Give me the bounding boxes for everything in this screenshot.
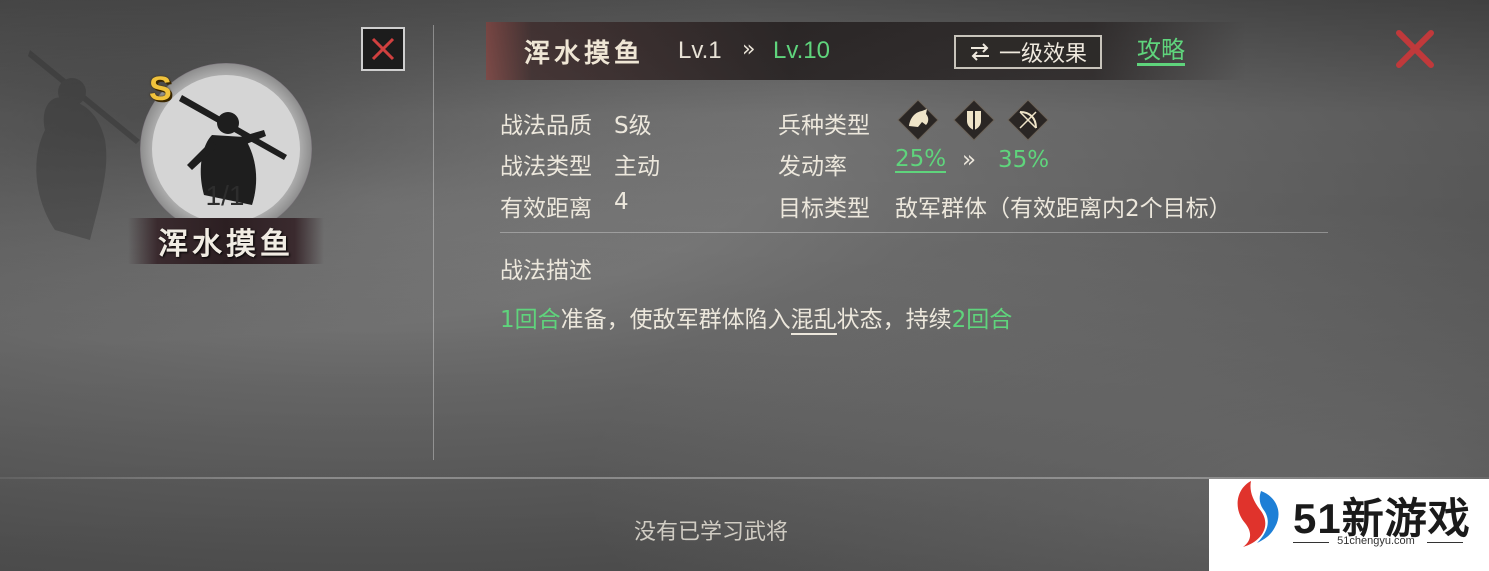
description-duration: 2回合 [951,307,1013,333]
trigger-rate-to: 35% [998,147,1050,173]
watermark-url: 51chengyu.com [1337,535,1415,547]
range-value: 4 [614,189,629,215]
skill-count: 1/1 [205,180,245,211]
brand-logo-icon [1237,481,1279,547]
skill-name-plate: 浑水摸鱼 [128,218,324,264]
quality-value: S级 [614,113,652,139]
level-effect-label: 一级效果 [998,42,1087,67]
window-close-button[interactable] [1392,26,1438,72]
description-text: 1回合准备，使敌军群体陷入混乱状态，持续2回合 [500,300,1013,335]
cavalry-icon[interactable] [896,98,940,142]
vertical-divider [433,25,434,460]
empty-general-text: 没有已学习武将 [634,520,789,545]
skill-unequip-button[interactable] [361,27,405,71]
close-icon [371,37,395,61]
type-label: 战法类型 [500,154,592,180]
level-from: Lv.1 [678,37,722,64]
guide-link[interactable]: 攻略 [1137,37,1185,66]
skill-title: 浑水摸鱼 [524,39,645,69]
watermark-rule [1427,542,1463,543]
close-icon [1396,30,1434,68]
target-type-value: 敌军群体（有效距离内2个目标） [895,196,1232,222]
trigger-rate-arrow-icon: » [962,147,977,173]
description-segment: 状态，持续 [836,307,952,333]
section-divider [500,232,1328,233]
level-effect-button[interactable]: 一级效果 [954,35,1102,69]
shield-icon[interactable] [952,98,996,142]
skill-card-name: 浑水摸鱼 [158,227,294,262]
description-title: 战法描述 [500,258,592,284]
description-status-keyword[interactable]: 混乱 [790,307,837,335]
range-label: 有效距离 [500,196,592,222]
bow-icon[interactable] [1006,98,1050,142]
description-segment: 准备，使敌军群体陷入 [560,307,791,333]
grade-badge: S [149,70,172,108]
quality-label: 战法品质 [500,113,592,139]
type-value: 主动 [614,154,660,180]
trigger-rate-from[interactable]: 25% [895,147,947,173]
level-arrow-icon: » [742,37,756,62]
watermark: 51新游戏 51chengyu.com [1209,479,1489,571]
target-type-label: 目标类型 [778,196,870,222]
trigger-rate-label: 发动率 [778,154,847,180]
level-to: Lv.10 [773,37,830,64]
swap-icon [970,43,989,61]
troop-type-label: 兵种类型 [778,113,870,139]
description-prep-turns: 1回合 [500,307,561,333]
